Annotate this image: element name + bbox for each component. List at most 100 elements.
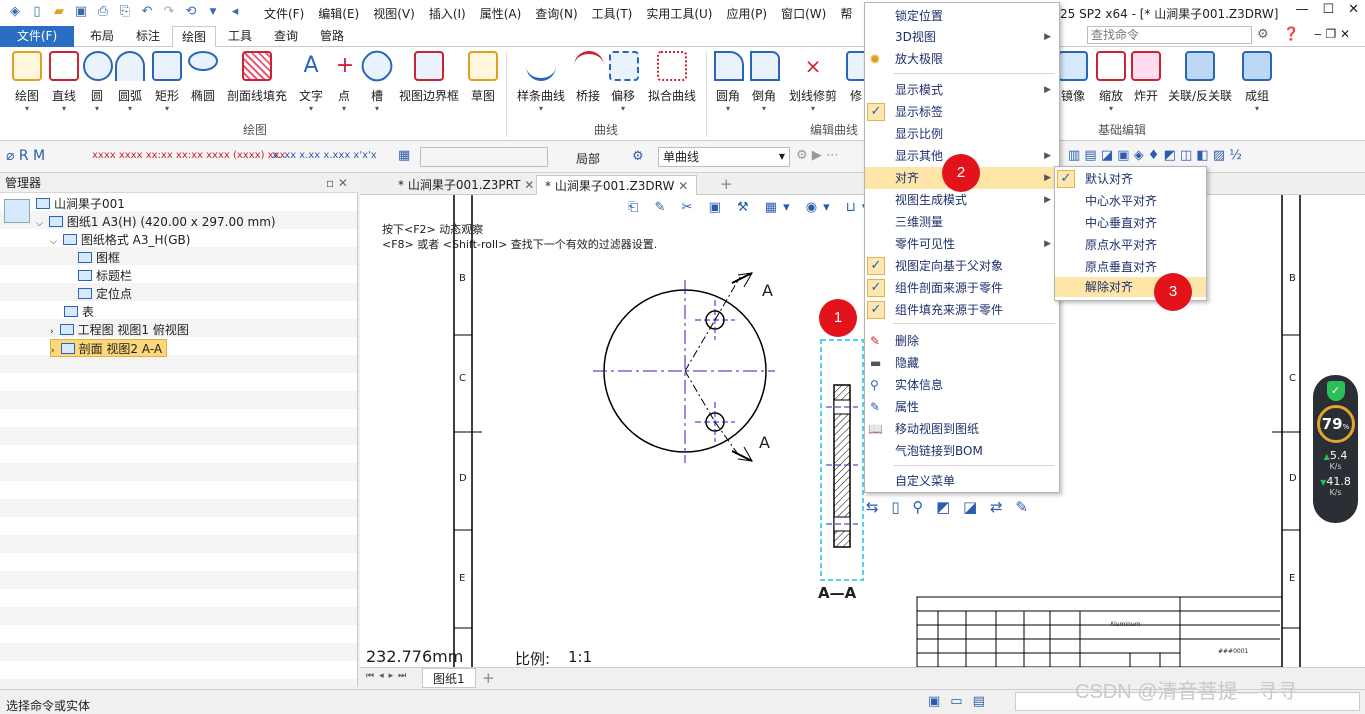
menu-view[interactable]: 视图(V): [373, 5, 415, 22]
view-boundary-button[interactable]: 视图边界框: [397, 51, 461, 104]
offset-button[interactable]: 偏移 ▾: [609, 51, 639, 113]
tree-item-anchor[interactable]: 定位点: [78, 285, 132, 303]
undo-icon[interactable]: ↶: [138, 3, 156, 21]
manager-mode-icon[interactable]: [4, 199, 30, 223]
trim-button[interactable]: ⨯ 划线修剪 ▾: [787, 51, 839, 113]
tab-piping[interactable]: 管路: [310, 26, 354, 47]
submenu-item-default-align[interactable]: ✓ 默认对齐: [1055, 168, 1206, 190]
add-sheet-icon[interactable]: +: [482, 669, 495, 687]
bridge-button[interactable]: 桥接: [574, 51, 604, 104]
menu-item-part-visibility[interactable]: 零件可见性 ▶: [865, 233, 1059, 255]
menu-window[interactable]: 窗口(W): [781, 5, 826, 22]
menu-apps[interactable]: 应用(P): [727, 5, 768, 22]
save-icon[interactable]: ▣: [72, 3, 90, 21]
sketch-button[interactable]: 草图: [467, 51, 499, 104]
tab-query[interactable]: 查询: [264, 26, 308, 47]
menu-item-balloon-bom[interactable]: 气泡链接到BOM: [865, 440, 1059, 462]
status-view-icons[interactable]: ▣▭▤: [928, 694, 995, 709]
play-controls-icon[interactable]: ⚙ ▶ ⋯: [796, 148, 839, 163]
menu-edit[interactable]: 编辑(E): [318, 5, 359, 22]
add-tab-icon[interactable]: +: [720, 175, 733, 193]
menu-item-fill-from-part[interactable]: ✓ 组件填充来源于零件: [865, 299, 1059, 321]
tab-draw[interactable]: 绘图: [172, 26, 216, 48]
group-button[interactable]: 成组 ▾: [1242, 51, 1272, 113]
fillet-button[interactable]: 圆角 ▾: [714, 51, 744, 113]
sheet-nav-arrows[interactable]: ⏮◂▸⏭: [366, 671, 411, 681]
filter-combo[interactable]: [420, 147, 548, 167]
menu-query[interactable]: 查询(N): [535, 5, 577, 22]
tab-drawing-file[interactable]: * 山涧果子001.Z3DRW ✕: [536, 175, 698, 195]
line-button[interactable]: 直线 ▾: [47, 51, 81, 113]
filter-icon[interactable]: ▦: [398, 148, 410, 163]
drawing-canvas[interactable]: [360, 195, 1365, 668]
sheet-tab-1[interactable]: 图纸1: [422, 668, 476, 688]
spline-button[interactable]: 样条曲线 ▾: [515, 51, 567, 113]
circle-button[interactable]: 圆 ▾: [83, 51, 113, 113]
menu-file[interactable]: 文件(F): [264, 5, 304, 22]
filter-x-icons[interactable]: xxxx xxxx xx:xx xx:xx xxxx (xxxx) xxx: [92, 150, 285, 161]
submenu-item-center-horizontal[interactable]: 中心水平对齐: [1055, 190, 1206, 212]
tab-layout[interactable]: 布局: [80, 26, 124, 47]
menu-help[interactable]: 帮: [840, 5, 852, 22]
scale-button[interactable]: 缩放 ▾: [1096, 51, 1126, 113]
hatch-fill-button[interactable]: 剖面线填充: [225, 51, 289, 104]
view-toolbar-icons[interactable]: ▥ ▤ ◪ ▣ ◈ ♦ ◩ ◫ ◧ ▨ ½: [1068, 148, 1242, 163]
menu-item-hide[interactable]: ▬ 隐藏: [865, 352, 1059, 374]
mirror-button[interactable]: 镜像: [1058, 51, 1088, 104]
redo-icon[interactable]: ↷: [160, 3, 178, 21]
tree-item-root[interactable]: 山涧果子001: [36, 195, 125, 213]
tree-item-title-block[interactable]: 标题栏: [78, 267, 132, 285]
menu-attributes[interactable]: 属性(A): [480, 5, 522, 22]
menu-item-custom-menu[interactable]: 自定义菜单: [865, 470, 1059, 492]
menu-item-delete[interactable]: ✎ 删除: [865, 330, 1059, 352]
submenu-item-origin-horizontal[interactable]: 原点水平对齐: [1055, 234, 1206, 256]
ellipse-button[interactable]: 椭圆: [188, 51, 218, 104]
help-icon[interactable]: ❓: [1283, 27, 1299, 42]
tree-item-view1[interactable]: › 工程图 视图1 俯视图: [50, 321, 189, 339]
menu-item-show-scale[interactable]: 显示比例: [865, 123, 1059, 145]
toolbar-icons-left[interactable]: ⌀ R M: [6, 148, 45, 164]
close-button[interactable]: ✕: [1348, 2, 1359, 17]
refresh-icon[interactable]: ⟲: [182, 3, 200, 21]
settings-gear-icon[interactable]: ⚙: [1257, 27, 1269, 42]
menu-item-entity-info[interactable]: ⚲ 实体信息: [865, 374, 1059, 396]
slot-button[interactable]: 槽 ▾: [355, 44, 399, 113]
tab-file[interactable]: 文件(F): [0, 26, 74, 47]
chamfer-button[interactable]: 倒角 ▾: [750, 51, 780, 113]
menu-item-display-mode[interactable]: 显示模式 ▶: [865, 79, 1059, 101]
tree-item-sheet-format[interactable]: ⌵ 图纸格式 A3_H(GB): [50, 231, 190, 249]
point-button[interactable]: + 点 ▾: [330, 51, 358, 113]
back-arrow-icon[interactable]: ◂: [226, 3, 244, 21]
menu-utilities[interactable]: 实用工具(U): [646, 5, 712, 22]
ribbon-minimize-button[interactable]: ‒ ❐ ✕: [1314, 27, 1350, 41]
filter-point-icons[interactable]: x. xx x.xx x.xxx x'x'x: [272, 150, 377, 161]
manager-close-icon[interactable]: ▫ ✕: [326, 173, 348, 193]
menu-tools[interactable]: 工具(T): [592, 5, 633, 22]
menu-item-show-labels[interactable]: ✓ 显示标签: [865, 101, 1059, 123]
menu-item-move-view[interactable]: 📖 移动视图到图纸: [865, 418, 1059, 440]
open-folder-icon[interactable]: ▰: [50, 3, 68, 21]
canvas-view-toolbar[interactable]: ⎗ ✎ ✂ ▣ ⚒ ▦▾ ◉▾ ⊔▾: [628, 200, 874, 215]
qat-dropdown-icon[interactable]: ▼: [204, 3, 222, 21]
new-file-icon[interactable]: ▯: [28, 3, 46, 21]
menu-item-section-from-part[interactable]: ✓ 组件剖面来源于零件: [865, 277, 1059, 299]
menu-item-zoom-limit[interactable]: ✹ 放大极限: [865, 48, 1059, 70]
rectangle-button[interactable]: 矩形 ▾: [152, 51, 182, 113]
menu-item-lock-position[interactable]: 锁定位置: [865, 5, 1059, 27]
menu-item-3d-view[interactable]: 3D视图 ▶: [865, 26, 1059, 48]
curve-mode-select[interactable]: 单曲线 ▼: [658, 147, 790, 167]
associate-button[interactable]: 关联/反关联: [1166, 51, 1234, 104]
tree-item-table[interactable]: 表: [64, 303, 94, 321]
tree-item-frame[interactable]: 图框: [78, 249, 120, 267]
arc-button[interactable]: 圆弧 ▾: [115, 51, 145, 113]
maximize-button[interactable]: ☐: [1322, 2, 1334, 17]
menu-item-view-generation-mode[interactable]: 视图生成模式 ▶: [865, 189, 1059, 211]
tree-item-section-view[interactable]: › 剖面 视图2 A-A: [50, 339, 168, 357]
menu-item-orient-parent[interactable]: ✓ 视图定向基于父对象: [865, 255, 1059, 277]
minimize-button[interactable]: —: [1295, 2, 1308, 17]
search-input[interactable]: 查找命令: [1087, 26, 1252, 44]
modify-button[interactable]: 修: [846, 51, 866, 104]
tab-tools[interactable]: 工具: [218, 26, 262, 47]
submenu-item-origin-vertical[interactable]: 原点垂直对齐: [1055, 256, 1206, 278]
fit-curve-button[interactable]: 拟合曲线: [646, 51, 698, 104]
